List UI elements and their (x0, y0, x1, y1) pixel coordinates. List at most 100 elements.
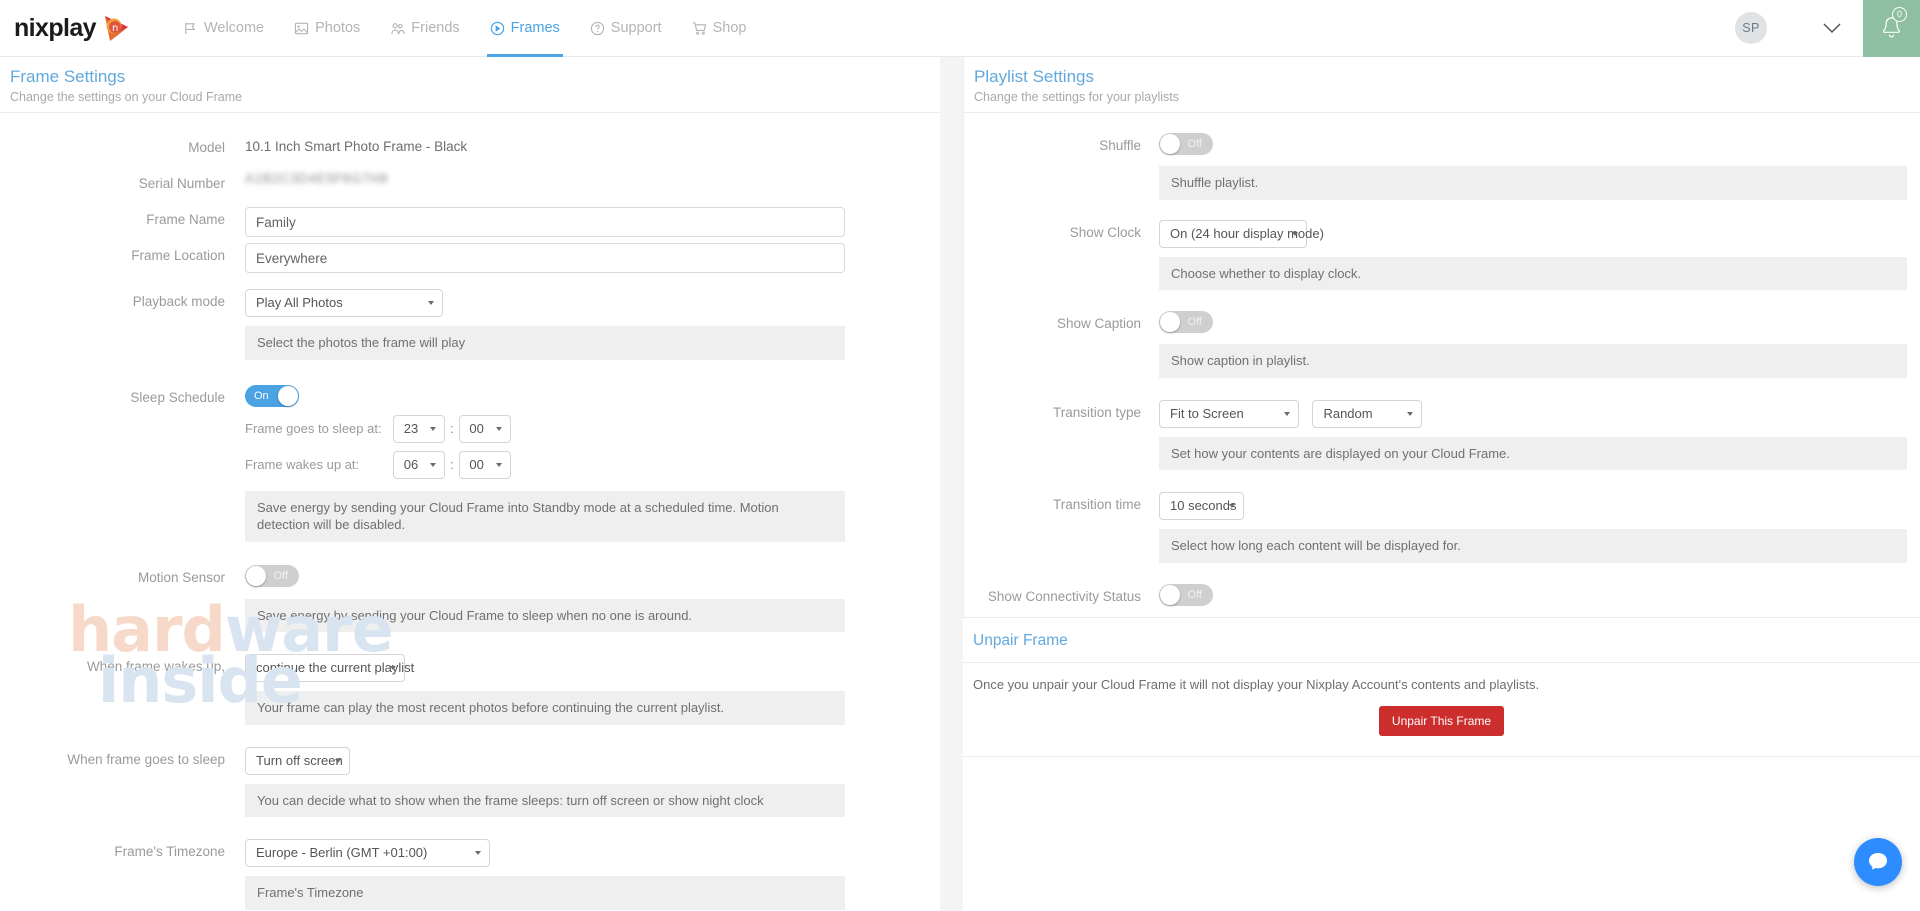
frame-settings-panel: Frame Settings Change the settings on yo… (0, 57, 940, 911)
brand-logo[interactable]: nixplay n (14, 13, 132, 44)
chevron-down-icon (430, 426, 436, 431)
motion-sensor-toggle[interactable]: Off (245, 564, 299, 587)
show-clock-label: Show Clock (1069, 224, 1141, 240)
notification-count-badge: 0 (1892, 6, 1907, 22)
timezone-hint: Frame's Timezone (245, 876, 845, 910)
question-circle-icon (590, 21, 605, 36)
transition-time-label: Transition time (1052, 497, 1141, 513)
row-transition-time: Transition time 10 seconds Select how lo… (964, 492, 1920, 563)
show-clock-hint: Choose whether to display clock. (1159, 256, 1907, 291)
time-colon: : (450, 457, 454, 473)
nav-right-cluster: SP 0 (1735, 0, 1920, 57)
sleep-action-label: When frame goes to sleep (67, 751, 225, 767)
motion-sensor-label: Motion Sensor (137, 569, 225, 585)
unpair-description: Once you unpair your Cloud Frame it will… (973, 677, 1540, 692)
connectivity-status-toggle[interactable]: Off (1159, 583, 1213, 606)
shuffle-toggle-state: Off (1187, 138, 1202, 150)
model-label: Model (188, 140, 225, 155)
transition-time-value: 10 seconds (1170, 498, 1237, 514)
show-caption-toggle[interactable]: Off (1159, 311, 1213, 334)
avatar[interactable]: SP (1735, 12, 1767, 44)
row-show-caption: Show Caption Off Show caption in playlis… (964, 311, 1920, 378)
transition-time-select[interactable]: 10 seconds (1159, 492, 1244, 521)
nav-label: Photos (315, 20, 361, 36)
shuffle-hint: Shuffle playlist. (1159, 166, 1907, 200)
chevron-down-icon (1284, 411, 1290, 416)
row-timezone: Frame's Timezone Europe - Berlin (GMT +0… (0, 839, 940, 910)
frame-name-input[interactable] (245, 207, 845, 237)
row-shuffle: Shuffle Off Shuffle playlist. (964, 133, 1920, 200)
chevron-down-icon (430, 462, 436, 467)
sleep-minute-select[interactable]: 00 (458, 414, 511, 443)
unpair-button-wrap: Unpair This Frame (963, 706, 1920, 736)
wake-minute-select[interactable]: 00 (458, 450, 511, 479)
nav-label: Frames (510, 20, 560, 36)
account-menu-chevron-down-icon[interactable] (1809, 22, 1855, 34)
sleep-hour-value: 23 (403, 420, 419, 436)
time-colon: : (450, 421, 454, 437)
chevron-down-icon (495, 426, 502, 431)
nav-label: Shop (712, 20, 747, 36)
wake-at-label: Frame wakes up at: (245, 457, 360, 473)
show-clock-select[interactable]: On (24 hour display mode) (1159, 219, 1324, 248)
logo-text: nixplay (14, 13, 97, 42)
nav-item-welcome[interactable]: Welcome (168, 0, 279, 57)
nav-label: Friends (411, 20, 460, 36)
playlist-settings-subtitle: Change the settings for your playlists (974, 90, 1179, 104)
serial-number-label: Serial Number (138, 176, 225, 191)
row-serial-number: Serial Number A1B2C3D4E5F6G7H8 (0, 171, 940, 191)
flag-icon (183, 21, 198, 36)
toggle-knob (1160, 134, 1180, 154)
toggle-knob (246, 565, 266, 586)
svg-text:n: n (112, 23, 118, 34)
chevron-down-icon (335, 758, 341, 763)
nav-item-support[interactable]: Support (575, 0, 677, 57)
sleep-schedule-label: Sleep Schedule (130, 389, 225, 405)
timezone-value: Europe - Berlin (GMT +01:00) (256, 845, 428, 861)
sleep-schedule-toggle[interactable]: On (245, 384, 299, 407)
sleep-hour-select[interactable]: 23 (393, 414, 445, 443)
frame-location-input[interactable] (245, 243, 845, 273)
timezone-select[interactable]: Europe - Berlin (GMT +01:00) (245, 839, 490, 868)
transition-fit-select[interactable]: Fit to Screen (1159, 399, 1299, 428)
nav-item-friends[interactable]: Friends (375, 0, 474, 57)
notifications-button[interactable]: 0 (1863, 0, 1920, 57)
chat-support-button[interactable] (1854, 838, 1902, 886)
playlist-header-divider (964, 112, 1920, 113)
page-body: Frame Settings Change the settings on yo… (0, 57, 1920, 911)
toggle-knob (1160, 312, 1180, 333)
show-caption-hint: Show caption in playlist. (1159, 344, 1907, 378)
sleep-action-hint: You can decide what to show when the fra… (245, 783, 845, 818)
unpair-frame-panel: Unpair Frame Once you unpair your Cloud … (963, 617, 1920, 757)
sleep-action-select[interactable]: Turn off screen (245, 746, 350, 775)
nav-item-frames[interactable]: Frames (475, 0, 575, 57)
motion-sensor-toggle-state: Off (273, 569, 288, 582)
transition-time-hint: Select how long each content will be dis… (1159, 529, 1907, 563)
playback-mode-label: Playback mode (132, 294, 225, 309)
nav-item-photos[interactable]: Photos (279, 0, 375, 57)
row-sleep-action: When frame goes to sleep Turn off screen… (0, 746, 940, 818)
shopping-cart-icon (692, 21, 707, 36)
shuffle-toggle[interactable]: Off (1159, 133, 1213, 155)
wake-hour-select[interactable]: 06 (393, 450, 445, 479)
connectivity-toggle-state: Off (1187, 588, 1202, 601)
frame-location-label: Frame Location (131, 248, 225, 263)
chevron-down-icon (1229, 504, 1235, 509)
friends-icon (390, 21, 405, 36)
page-title: Frame Settings (10, 67, 126, 86)
row-show-clock: Show Clock On (24 hour display mode) Cho… (964, 219, 1920, 291)
row-sleep-schedule: Sleep Schedule On Frame goes to sleep at… (0, 384, 940, 542)
playback-mode-select[interactable]: Play All Photos (245, 289, 443, 317)
chevron-down-icon (475, 851, 481, 856)
chevron-down-icon (390, 666, 396, 671)
shuffle-label: Shuffle (1099, 138, 1141, 153)
motion-sensor-hint: Save energy by sending your Cloud Frame … (245, 598, 845, 633)
wake-action-select[interactable]: continue the current playlist (245, 654, 414, 683)
serial-number-value: A1B2C3D4E5F6G7H8 (245, 171, 389, 186)
nixplay-logo-icon: n (101, 13, 132, 44)
unpair-frame-button[interactable]: Unpair This Frame (1378, 706, 1505, 736)
transition-effect-value: Random (1323, 405, 1373, 421)
header-divider (0, 112, 940, 113)
transition-effect-select[interactable]: Random (1312, 399, 1423, 428)
nav-item-shop[interactable]: Shop (677, 0, 762, 57)
